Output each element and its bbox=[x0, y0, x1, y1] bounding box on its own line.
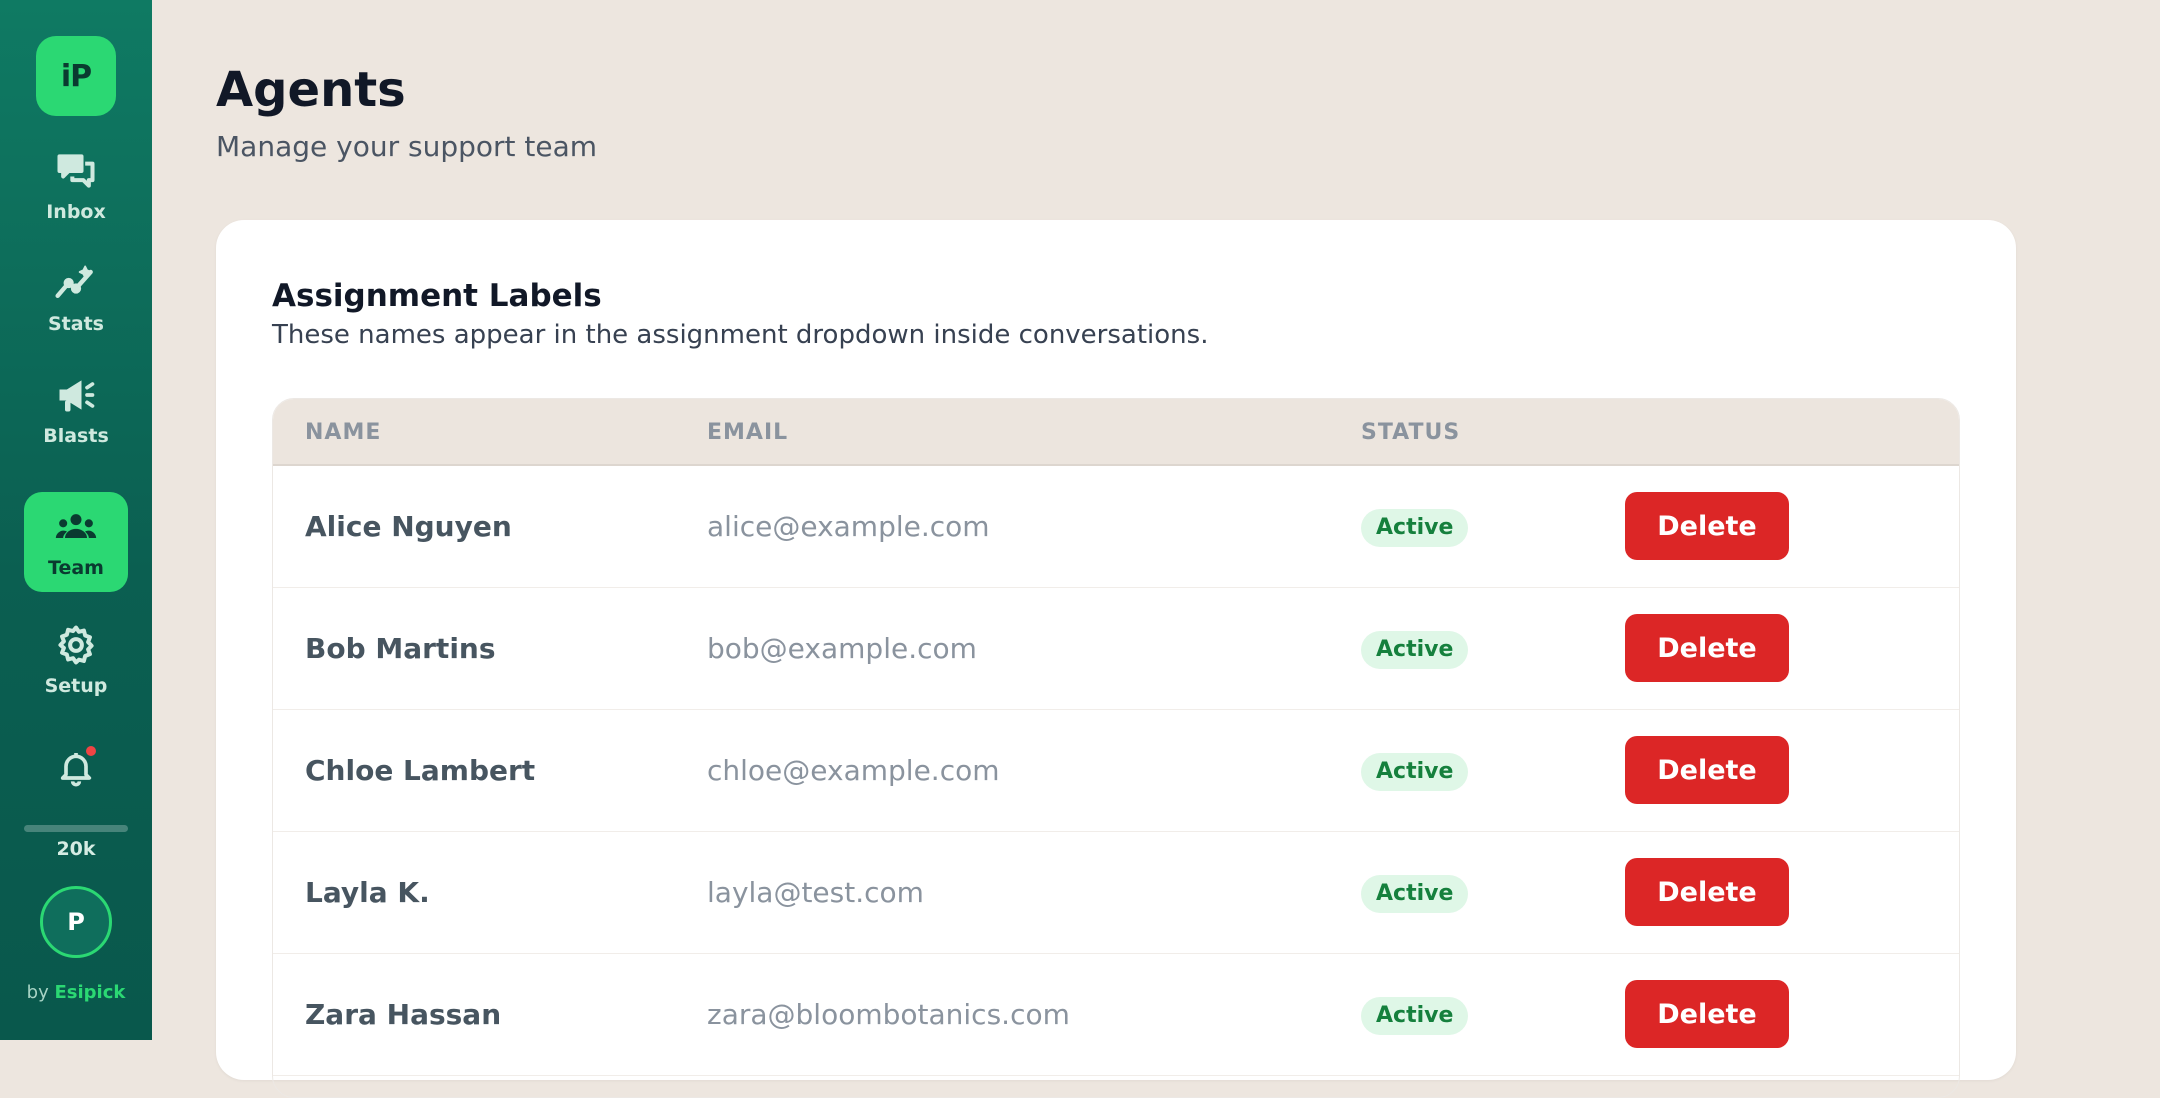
nav-label: Blasts bbox=[43, 425, 109, 447]
table-row: Zara Hassan zara@bloombotanics.com Activ… bbox=[273, 954, 1959, 1076]
column-header-email[interactable]: EMAIL bbox=[707, 420, 788, 445]
page-subtitle: Manage your support team bbox=[216, 130, 598, 163]
card-title: Assignment Labels bbox=[272, 278, 602, 314]
brand-credit[interactable]: by Esipick bbox=[0, 982, 152, 1003]
chart-icon bbox=[55, 265, 93, 299]
notification-dot bbox=[86, 746, 96, 756]
delete-button[interactable]: Delete bbox=[1625, 614, 1789, 682]
avatar[interactable]: P bbox=[40, 886, 112, 958]
status-badge: Active bbox=[1361, 875, 1469, 913]
chat-icon bbox=[57, 154, 95, 188]
agent-name: Bob Martins bbox=[305, 632, 496, 665]
table-header: NAME EMAIL STATUS bbox=[273, 399, 1959, 466]
status-badge: Active bbox=[1361, 753, 1469, 791]
agent-email: alice@example.com bbox=[707, 510, 990, 543]
delete-button[interactable]: Delete bbox=[1625, 492, 1789, 560]
agent-email: layla@test.com bbox=[707, 876, 924, 909]
table-row: Alice Nguyen alice@example.com Active De… bbox=[273, 466, 1959, 588]
nav-item-team[interactable]: Team bbox=[24, 492, 128, 592]
delete-button[interactable]: Delete bbox=[1625, 858, 1789, 926]
agent-name: Alice Nguyen bbox=[305, 510, 512, 543]
sidebar: iP Inbox Stats Blasts Team Setup 20k P b… bbox=[0, 0, 152, 1040]
app-logo[interactable]: iP bbox=[36, 36, 116, 116]
nav-item-blasts[interactable]: Blasts bbox=[24, 360, 128, 460]
status-badge: Active bbox=[1361, 631, 1469, 669]
brand-name: Esipick bbox=[54, 982, 126, 1003]
usage-bar bbox=[24, 825, 128, 832]
table-row: Chloe Lambert chloe@example.com Active D… bbox=[273, 710, 1959, 832]
agent-email: bob@example.com bbox=[707, 632, 977, 665]
nav-item-inbox[interactable]: Inbox bbox=[24, 136, 128, 236]
nav-label: Stats bbox=[48, 313, 104, 335]
column-header-name[interactable]: NAME bbox=[305, 420, 381, 445]
team-icon bbox=[55, 514, 97, 538]
status-badge: Active bbox=[1361, 509, 1469, 547]
agent-name: Zara Hassan bbox=[305, 998, 502, 1031]
agent-email: chloe@example.com bbox=[707, 754, 1000, 787]
agents-table: NAME EMAIL STATUS Alice Nguyen alice@exa… bbox=[272, 398, 1960, 1098]
table-row: Layla K. layla@test.com Active Delete bbox=[273, 832, 1959, 954]
brand-prefix: by bbox=[26, 982, 49, 1003]
nav-item-setup[interactable]: Setup bbox=[24, 610, 128, 710]
column-header-status[interactable]: STATUS bbox=[1361, 420, 1460, 445]
assignment-labels-card: Assignment Labels These names appear in … bbox=[216, 220, 2016, 1098]
delete-button[interactable]: Delete bbox=[1625, 736, 1789, 804]
nav-label: Team bbox=[48, 557, 104, 579]
delete-button[interactable]: Delete bbox=[1625, 980, 1789, 1048]
table-row: Bob Martins bob@example.com Active Delet… bbox=[273, 588, 1959, 710]
gear-icon bbox=[58, 625, 94, 665]
nav-item-stats[interactable]: Stats bbox=[24, 248, 128, 348]
status-badge: Active bbox=[1361, 997, 1469, 1035]
nav-label: Inbox bbox=[46, 201, 106, 223]
card-description: These names appear in the assignment dro… bbox=[272, 320, 1209, 350]
agent-name: Chloe Lambert bbox=[305, 754, 536, 787]
usage-label: 20k bbox=[56, 838, 96, 860]
agent-email: zara@bloombotanics.com bbox=[707, 998, 1070, 1031]
agent-name: Layla K. bbox=[305, 876, 430, 909]
page-title: Agents bbox=[216, 62, 406, 118]
megaphone-icon bbox=[59, 380, 95, 412]
nav-label: Setup bbox=[44, 675, 108, 697]
